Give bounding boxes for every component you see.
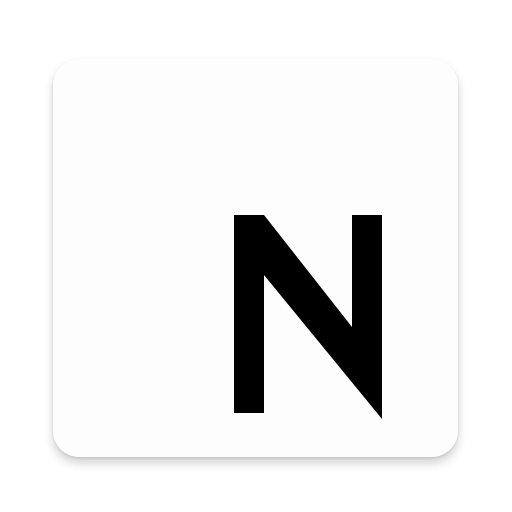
n-letter-logo-icon: N <box>234 215 382 419</box>
app-icon[interactable]: N <box>53 59 458 457</box>
icon-canvas: N <box>0 0 512 512</box>
